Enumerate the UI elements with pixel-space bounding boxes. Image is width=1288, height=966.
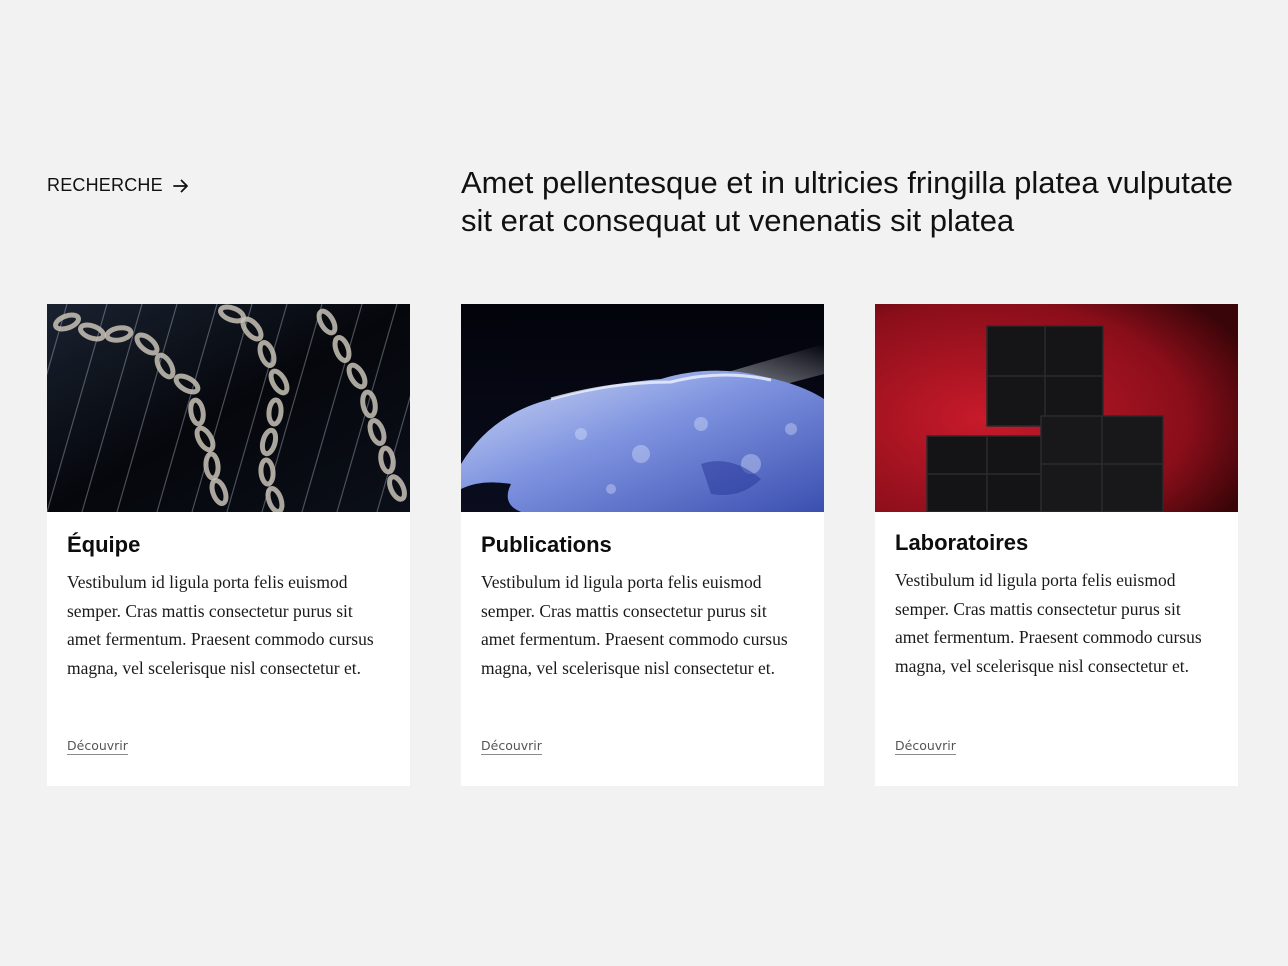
card-body: Équipe Vestibulum id ligula porta felis … [47, 512, 410, 786]
card-grid: Équipe Vestibulum id ligula porta felis … [47, 304, 1238, 786]
decouvrir-link[interactable]: Découvrir [895, 738, 956, 755]
card-publications: Publications Vestibulum id ligula porta … [461, 304, 824, 786]
card-title: Publications [481, 532, 612, 557]
section-intro: Amet pellentesque et in ultricies fringi… [461, 165, 1234, 238]
cubes-image[interactable] [875, 304, 1238, 512]
card-equipe: Équipe Vestibulum id ligula porta felis … [47, 304, 410, 786]
recherche-link-label: RECHERCHE [47, 175, 163, 195]
card-description: Vestibulum id ligula porta felis euismod… [895, 570, 1202, 676]
decouvrir-link[interactable]: Découvrir [67, 738, 128, 755]
card-description: Vestibulum id ligula porta felis euismod… [67, 572, 374, 678]
card-title: Équipe [67, 532, 141, 557]
decouvrir-link[interactable]: Découvrir [481, 738, 542, 755]
card-body: Publications Vestibulum id ligula porta … [461, 512, 824, 786]
chains-image[interactable] [47, 304, 410, 512]
card-body: Laboratoires Vestibulum id ligula porta … [875, 512, 1238, 786]
recherche-link[interactable]: RECHERCHE [47, 175, 189, 196]
ice-image[interactable] [461, 304, 824, 512]
card-laboratoires: Laboratoires Vestibulum id ligula porta … [875, 304, 1238, 786]
card-title: Laboratoires [895, 530, 1029, 555]
card-description: Vestibulum id ligula porta felis euismod… [481, 572, 788, 678]
arrow-right-icon [172, 179, 189, 193]
